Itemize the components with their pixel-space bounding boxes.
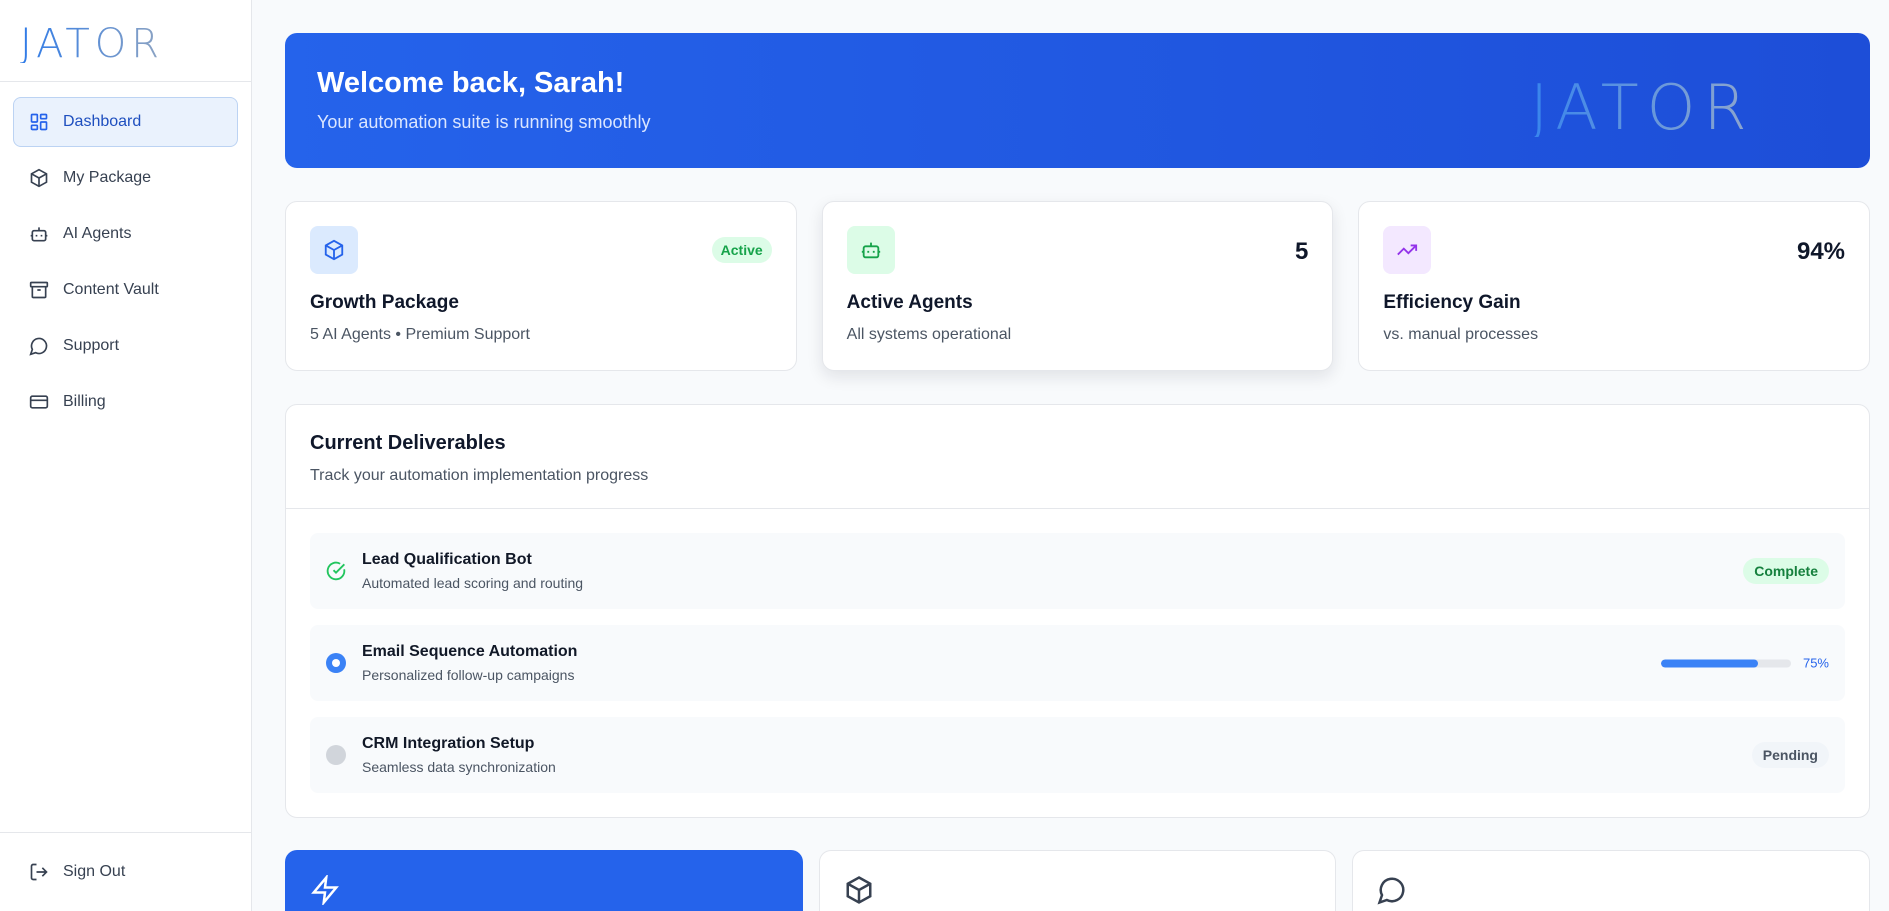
sidebar-logo[interactable]: JATOR bbox=[0, 0, 251, 82]
deliverable-item[interactable]: Email Sequence Automation Personalized f… bbox=[310, 625, 1845, 701]
check-circle-icon bbox=[326, 561, 346, 581]
stats-cards: Active Growth Package 5 AI Agents • Prem… bbox=[285, 201, 1871, 371]
sidebar-item-ai-agents[interactable]: AI Agents bbox=[13, 209, 238, 259]
credit-card-icon bbox=[29, 392, 49, 412]
sidebar-item-support[interactable]: Support bbox=[13, 321, 238, 371]
efficiency-card[interactable]: 94% Efficiency Gain vs. manual processes bbox=[1358, 201, 1871, 371]
svg-text:JATOR: JATOR bbox=[20, 21, 164, 63]
sidebar-item-label: Dashboard bbox=[63, 113, 142, 130]
sidebar-item-label: My Package bbox=[63, 169, 152, 186]
card-title: Active Agents bbox=[846, 292, 973, 313]
status-badge: Complete bbox=[1743, 558, 1829, 584]
package-icon bbox=[310, 226, 358, 274]
deliverable-title: Lead Qualification Bot bbox=[362, 551, 532, 568]
sidebar-item-label: Content Vault bbox=[63, 281, 159, 298]
chat-icon bbox=[1377, 877, 1405, 905]
sidebar-footer: Sign Out bbox=[0, 832, 251, 911]
deliverable-item[interactable]: Lead Qualification Bot Automated lead sc… bbox=[310, 533, 1845, 609]
deliverable-subtitle: Automated lead scoring and routing bbox=[362, 575, 584, 591]
sidebar-nav: Dashboard My Package AI Agents Content V… bbox=[0, 82, 251, 448]
status-badge: Active bbox=[711, 237, 772, 263]
dashboard-icon bbox=[29, 112, 49, 132]
chat-icon bbox=[29, 336, 49, 356]
svg-text:JATOR: JATOR bbox=[1530, 75, 1755, 137]
card-title: Efficiency Gain bbox=[1383, 292, 1521, 313]
deliverable-title: CRM Integration Setup bbox=[362, 735, 535, 752]
pending-icon bbox=[326, 745, 346, 765]
card-value: 94% bbox=[1796, 238, 1846, 265]
active-agents-card[interactable]: 5 Active Agents All systems operational bbox=[821, 201, 1334, 371]
lightning-icon bbox=[311, 873, 339, 907]
card-subtitle: 5 AI Agents • Premium Support bbox=[310, 326, 530, 343]
bot-icon bbox=[29, 224, 49, 244]
deliverable-item[interactable]: CRM Integration Setup Seamless data sync… bbox=[310, 717, 1845, 793]
deliverables-subtitle: Track your automation implementation pro… bbox=[310, 467, 649, 484]
quick-action-card[interactable] bbox=[818, 850, 1337, 911]
deliverable-subtitle: Seamless data synchronization bbox=[362, 759, 556, 775]
deliverables-title: Current Deliverables bbox=[310, 432, 506, 454]
progress-percent: 75% bbox=[1802, 655, 1829, 671]
deliverable-subtitle: Personalized follow-up campaigns bbox=[362, 667, 575, 683]
package-icon bbox=[846, 876, 872, 904]
progress-bar bbox=[1660, 659, 1791, 667]
sign-out-button[interactable]: Sign Out bbox=[13, 847, 238, 897]
progress-fill bbox=[1660, 659, 1759, 667]
package-icon bbox=[29, 168, 49, 188]
card-title: Growth Package bbox=[310, 292, 459, 313]
sidebar-item-content-vault[interactable]: Content Vault bbox=[13, 265, 238, 315]
archive-icon bbox=[29, 280, 49, 300]
quick-actions bbox=[285, 850, 1871, 911]
sidebar-item-billing[interactable]: Billing bbox=[13, 377, 238, 427]
package-card[interactable]: Active Growth Package 5 AI Agents • Prem… bbox=[285, 201, 797, 371]
sidebar-item-my-package[interactable]: My Package bbox=[13, 153, 238, 203]
deliverable-title: Email Sequence Automation bbox=[362, 643, 578, 660]
hero-logo: JATOR bbox=[1530, 75, 1755, 137]
sidebar-item-label: Support bbox=[63, 337, 120, 354]
welcome-banner: Welcome back, Sarah! Your automation sui… bbox=[285, 33, 1870, 168]
card-subtitle: All systems operational bbox=[846, 326, 1012, 343]
sidebar-item-label: Billing bbox=[63, 393, 106, 410]
sidebar: JATOR Dashboard My Package AI Agents Con… bbox=[0, 0, 252, 911]
sidebar-item-dashboard[interactable]: Dashboard bbox=[13, 97, 238, 147]
trending-up-icon bbox=[1383, 226, 1432, 274]
deliverables-header: Current Deliverables Track your automati… bbox=[286, 405, 1869, 509]
main-content: Welcome back, Sarah! Your automation sui… bbox=[285, 33, 1871, 911]
deliverables-panel: Current Deliverables Track your automati… bbox=[285, 404, 1870, 818]
quick-action-card[interactable] bbox=[285, 850, 803, 911]
quick-action-card[interactable] bbox=[1352, 850, 1871, 911]
sign-out-label: Sign Out bbox=[63, 863, 126, 880]
card-subtitle: vs. manual processes bbox=[1383, 326, 1539, 343]
card-value: 5 bbox=[1294, 238, 1309, 265]
status-badge: Pending bbox=[1751, 742, 1829, 768]
sidebar-item-label: AI Agents bbox=[63, 225, 132, 242]
bot-icon bbox=[846, 226, 895, 274]
jator-logo: JATOR bbox=[20, 21, 164, 63]
deliverables-list: Lead Qualification Bot Automated lead sc… bbox=[286, 509, 1869, 833]
sign-out-icon bbox=[29, 862, 49, 882]
in-progress-icon bbox=[326, 653, 346, 673]
